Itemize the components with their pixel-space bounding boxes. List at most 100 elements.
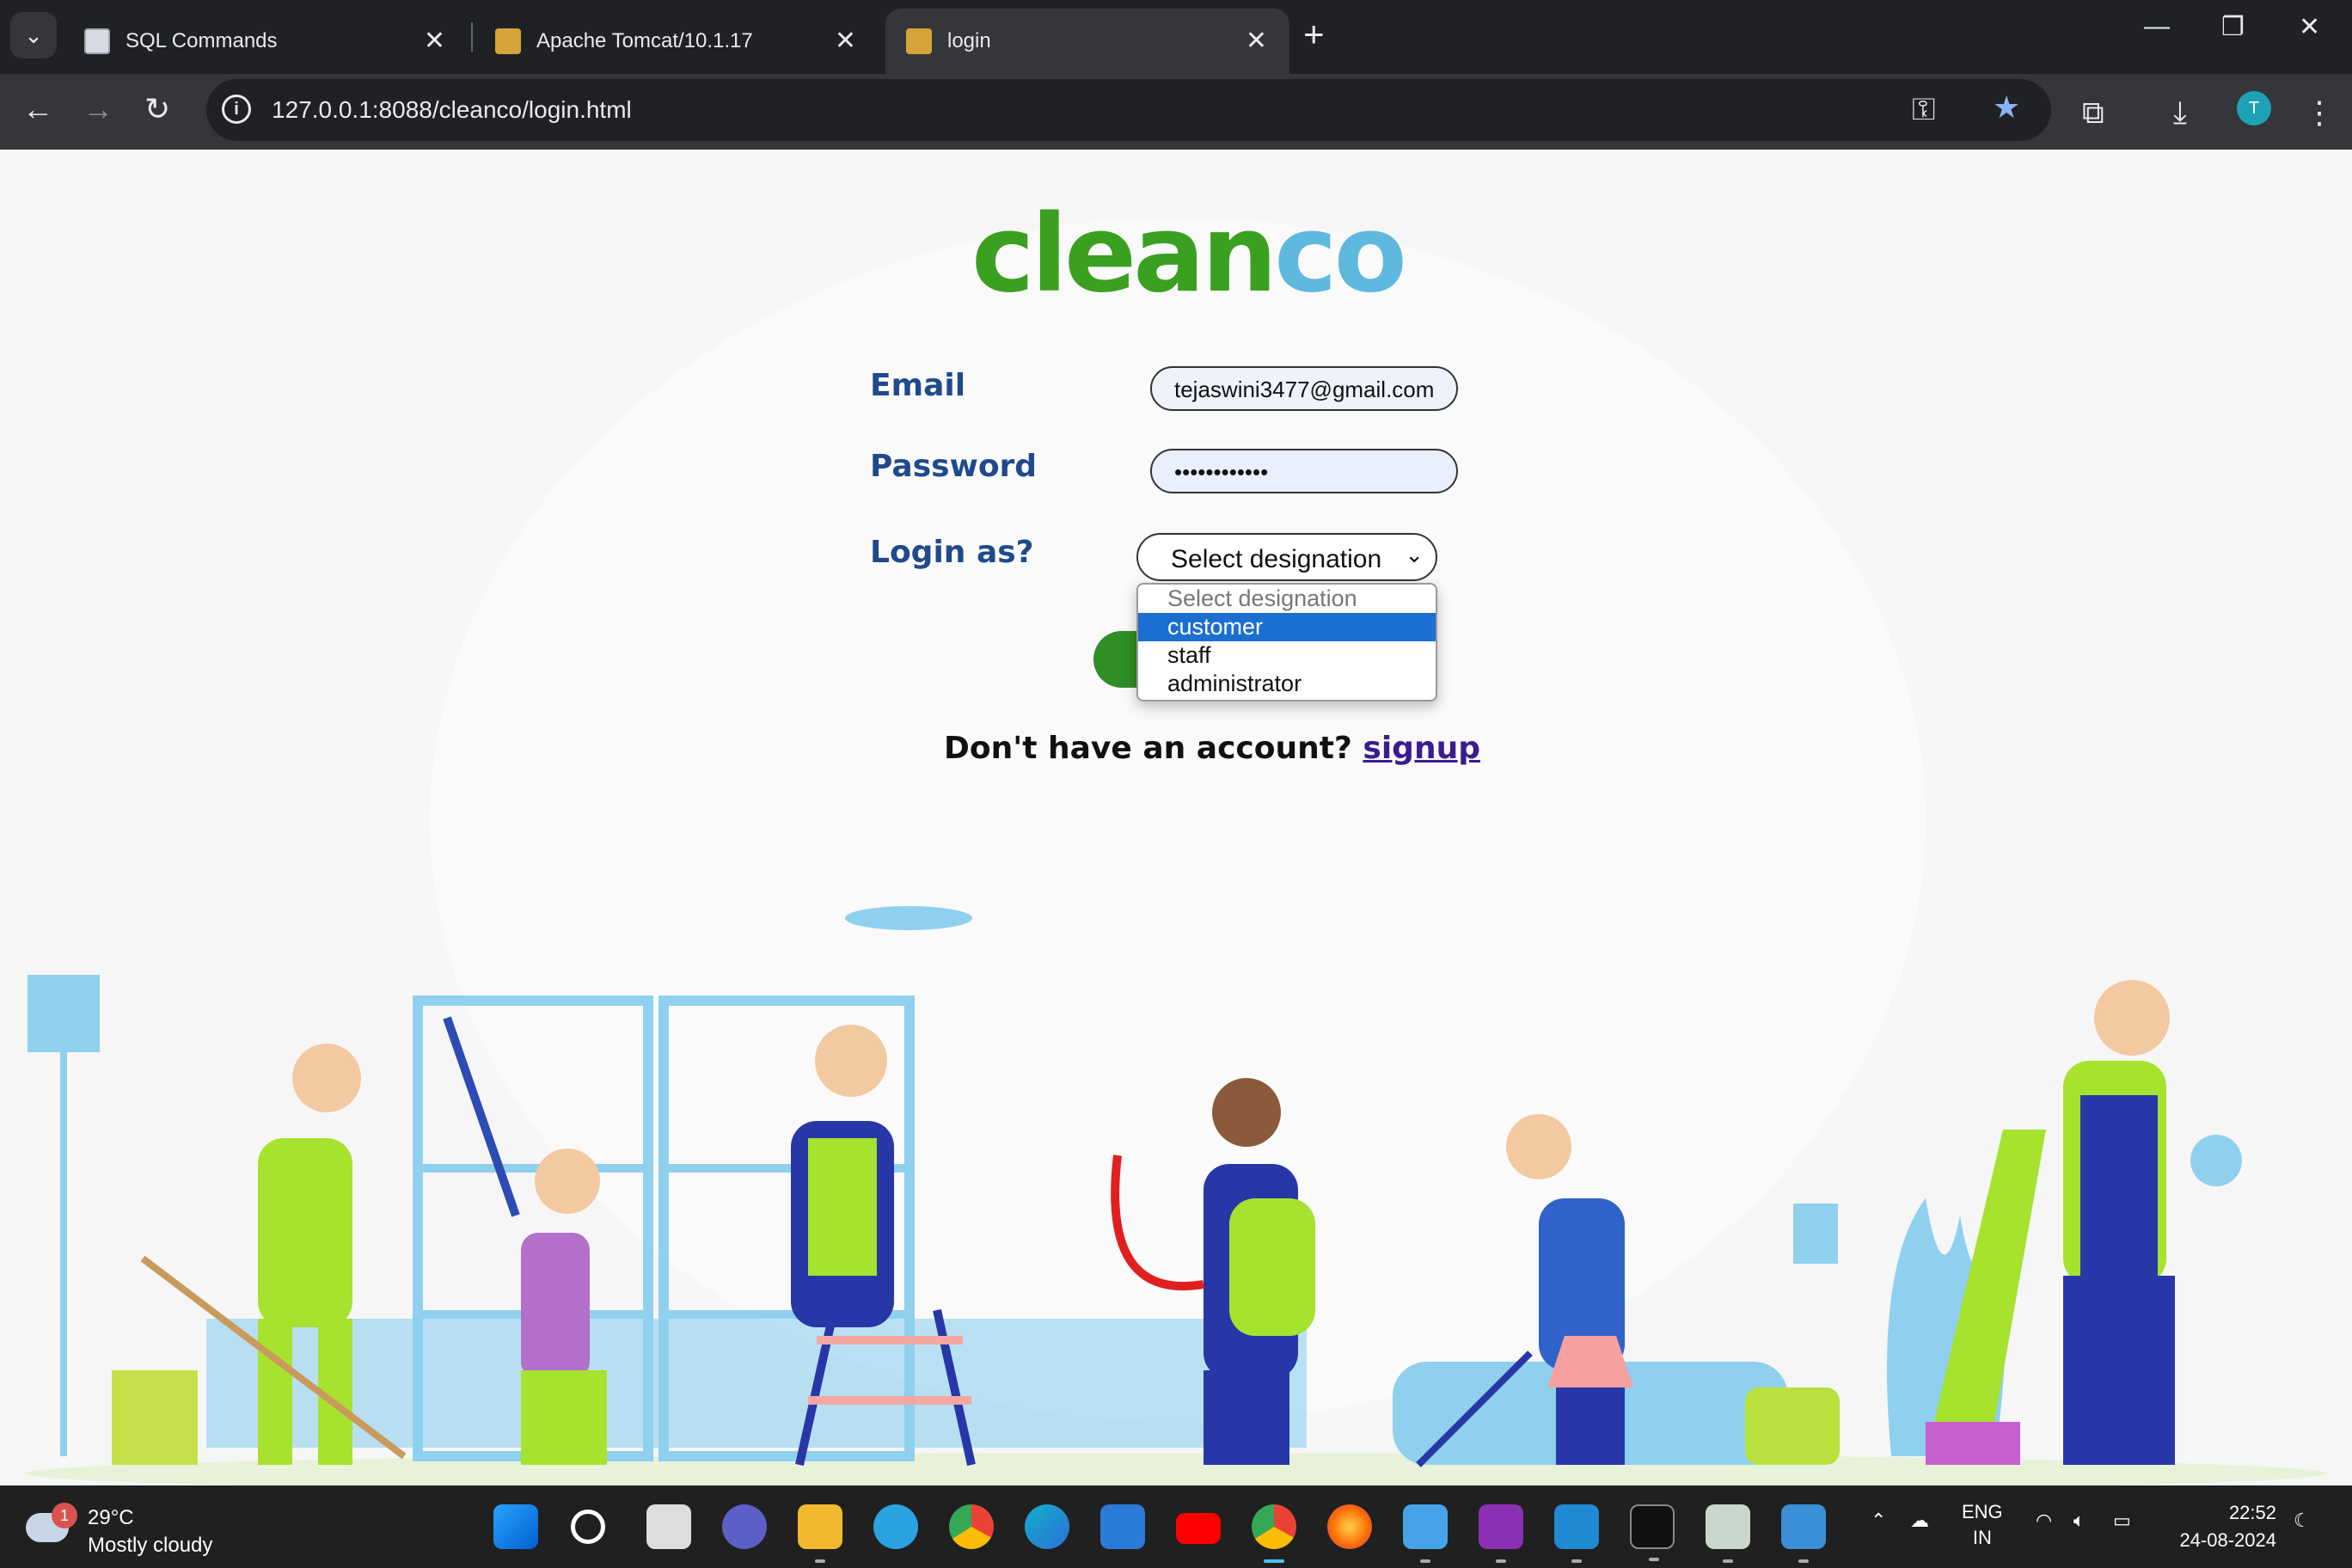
person-head xyxy=(2094,980,2170,1056)
mop-bucket xyxy=(112,1370,198,1465)
designation-dropdown: Select designation customer staff admini… xyxy=(1136,583,1437,701)
person-head xyxy=(815,1025,887,1097)
teams-chat-icon[interactable] xyxy=(722,1504,767,1549)
tab-apache-tomcat[interactable]: Apache Tomcat/10.1.17 ✕ xyxy=(475,9,879,74)
option-staff[interactable]: staff xyxy=(1138,641,1436,670)
cleaning-crew-illustration xyxy=(24,906,2328,1485)
url-text: 127.0.0.1:8088/cleanco/login.html xyxy=(272,96,632,123)
shelf-board xyxy=(418,1164,648,1173)
tab-title: SQL Commands xyxy=(126,29,278,52)
windows-start-icon[interactable] xyxy=(493,1504,538,1549)
person-head xyxy=(535,1148,600,1214)
signup-prompt: Don't have an account? signup xyxy=(944,731,1480,766)
vscode-icon[interactable] xyxy=(1554,1504,1599,1563)
reload-icon[interactable]: ↻ xyxy=(144,91,170,127)
app-window-icon[interactable] xyxy=(1706,1504,1750,1563)
tab-title: Apache Tomcat/10.1.17 xyxy=(536,29,753,52)
tab-sql-commands[interactable]: SQL Commands ✕ xyxy=(64,9,468,74)
designation-select[interactable]: Select designation ⌄ xyxy=(1136,533,1437,581)
youtube-icon[interactable] xyxy=(1176,1513,1221,1544)
address-bar[interactable]: i 127.0.0.1:8088/cleanco/login.html ⚿ ★ xyxy=(206,79,2051,141)
downloads-icon[interactable]: ⤓ xyxy=(2173,95,2187,132)
site-info-icon[interactable]: i xyxy=(222,95,251,124)
chrome-profile-icon[interactable] xyxy=(949,1504,994,1549)
windows-taskbar: 1 29°C Mostly cloudy ⌃ ☁ ENG IN ◠ 🔈︎ ▭ 2… xyxy=(0,1485,2352,1568)
person-head xyxy=(292,1044,361,1112)
login-as-label: Login as? xyxy=(870,535,1034,570)
chevron-down-icon: ⌄ xyxy=(1405,542,1424,567)
scrubber-base xyxy=(1926,1422,2020,1465)
tab-login[interactable]: login ✕ xyxy=(885,9,1289,74)
wall-frame xyxy=(1793,1204,1838,1264)
window-close-icon[interactable]: ✕ xyxy=(2299,12,2320,42)
weather-condition: Mostly cloudy xyxy=(88,1534,213,1557)
overall xyxy=(2080,1095,2158,1284)
notepad-icon[interactable] xyxy=(1403,1504,1448,1563)
back-arrow-icon[interactable]: ← xyxy=(22,91,53,127)
password-field[interactable]: •••••••••••• xyxy=(1150,449,1458,493)
close-icon[interactable]: ✕ xyxy=(1246,26,1267,56)
overall xyxy=(808,1138,877,1276)
onenote-icon[interactable] xyxy=(1479,1504,1523,1563)
tab-divider xyxy=(471,22,473,52)
password-label: Password xyxy=(870,449,1038,484)
tomcat-icon xyxy=(495,28,521,54)
forward-arrow-icon[interactable]: → xyxy=(83,91,113,127)
language-indicator[interactable]: ENG IN xyxy=(1962,1499,2003,1551)
person-pants xyxy=(2063,1276,2175,1465)
mail-icon[interactable] xyxy=(1100,1504,1145,1549)
chrome-icon[interactable] xyxy=(1252,1504,1296,1563)
temperature: 29°C xyxy=(88,1506,134,1529)
login-page: cleanco Email tejaswini3477@gmail.com Pa… xyxy=(0,150,2352,1485)
person-pants xyxy=(521,1370,607,1465)
extensions-puzzle-icon[interactable]: ⧉ xyxy=(2082,95,2104,132)
duster xyxy=(443,1016,520,1217)
firefox-icon[interactable] xyxy=(1327,1504,1372,1549)
restore-icon[interactable]: ❐ xyxy=(2221,12,2245,42)
email-field[interactable]: tejaswini3477@gmail.com xyxy=(1150,366,1458,411)
terminal-icon[interactable] xyxy=(1630,1504,1675,1561)
option-customer[interactable]: customer xyxy=(1138,613,1436,641)
weather-widget[interactable]: 1 29°C Mostly cloudy xyxy=(26,1503,249,1558)
volume-icon[interactable]: 🔈︎ xyxy=(2073,1510,2085,1532)
tomcat-icon xyxy=(906,28,932,54)
password-key-icon[interactable]: ⚿ xyxy=(1912,91,1935,128)
new-tab-plus-icon[interactable]: + xyxy=(1303,14,1325,55)
ceiling-lamp xyxy=(845,906,972,930)
close-icon[interactable]: ✕ xyxy=(835,26,856,56)
option-select-designation[interactable]: Select designation xyxy=(1138,585,1436,613)
person-mopping-body xyxy=(258,1138,352,1327)
tab-search-chevron-icon[interactable]: ⌄ xyxy=(10,12,57,58)
notification-badge: 1 xyxy=(52,1503,77,1528)
email-label: Email xyxy=(870,368,966,403)
battery-icon[interactable]: ▭ xyxy=(2113,1510,2131,1532)
search-icon[interactable] xyxy=(571,1510,605,1544)
onedrive-cloud-icon[interactable]: ☁ xyxy=(1910,1510,1929,1532)
wifi-icon[interactable]: ◠ xyxy=(2036,1510,2052,1532)
more-menu-icon[interactable]: ⋮ xyxy=(2304,95,2335,131)
person-leg xyxy=(258,1319,292,1465)
person-head xyxy=(1506,1114,1571,1179)
chevron-up-icon[interactable]: ⌃ xyxy=(1871,1510,1886,1532)
lamp-pole xyxy=(60,1052,67,1456)
profile-avatar[interactable]: T xyxy=(2237,91,2271,126)
minimize-icon[interactable]: — xyxy=(2144,12,2170,41)
file-explorer-icon[interactable] xyxy=(798,1504,842,1563)
person-pants xyxy=(1556,1387,1625,1465)
browser-toolbar: ← → ↻ i 127.0.0.1:8088/cleanco/login.htm… xyxy=(0,74,2352,150)
edge-icon[interactable] xyxy=(1025,1504,1069,1549)
notifications-moon-icon[interactable]: ☾ xyxy=(2294,1510,2311,1532)
select-value: Select designation xyxy=(1171,545,1382,573)
bookmark-star-icon[interactable]: ★ xyxy=(1993,89,2020,126)
person-dusting-body xyxy=(521,1233,590,1379)
signup-link[interactable]: signup xyxy=(1363,731,1480,766)
photos-icon[interactable] xyxy=(1781,1504,1826,1563)
close-icon[interactable]: ✕ xyxy=(424,26,445,56)
tab-title: login xyxy=(947,29,991,52)
telegram-icon[interactable] xyxy=(873,1504,918,1549)
option-administrator[interactable]: administrator xyxy=(1138,670,1436,698)
system-clock[interactable]: 22:52 24-08-2024 xyxy=(2156,1499,2276,1554)
task-view-icon[interactable] xyxy=(646,1504,691,1549)
vacuum-hose xyxy=(1111,1155,1204,1291)
person-head xyxy=(1212,1078,1281,1147)
